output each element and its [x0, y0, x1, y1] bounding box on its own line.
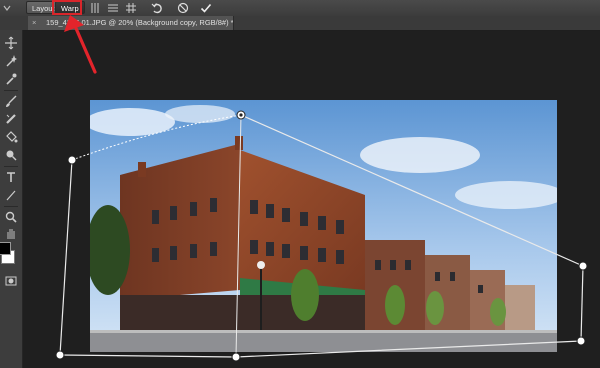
- photo-layer[interactable]: [90, 100, 557, 352]
- zoom-icon[interactable]: [4, 210, 18, 224]
- healing-brush-icon[interactable]: [4, 112, 18, 126]
- commit-check-icon[interactable]: [199, 1, 213, 15]
- document-tab-bar: × 159_4316 01.JPG @ 20% (Background copy,…: [0, 16, 600, 31]
- path-selection-icon[interactable]: [4, 188, 18, 202]
- chevron-down-icon[interactable]: [2, 3, 12, 13]
- tools-panel: [0, 30, 23, 368]
- type-icon[interactable]: [4, 170, 18, 184]
- paint-bucket-icon[interactable]: [4, 130, 18, 144]
- grid-icon[interactable]: [124, 1, 138, 15]
- split-horizontal-icon[interactable]: [106, 1, 120, 15]
- split-vertical-icon[interactable]: [88, 1, 102, 15]
- cancel-icon[interactable]: [176, 1, 190, 15]
- toolbar-divider: [4, 166, 18, 167]
- toolbar-divider: [4, 206, 18, 207]
- close-icon[interactable]: ×: [32, 16, 42, 30]
- street-photo-image: [90, 100, 557, 352]
- eyedropper-icon[interactable]: [4, 72, 18, 86]
- toolbar-divider: [4, 90, 18, 91]
- undo-icon[interactable]: [150, 1, 164, 15]
- move-icon[interactable]: [4, 36, 18, 50]
- options-bar: Layout Warp: [0, 0, 600, 17]
- document-tab[interactable]: × 159_4316 01.JPG @ 20% (Background copy,…: [28, 16, 234, 30]
- hand-icon[interactable]: [4, 226, 18, 240]
- brush-icon[interactable]: [4, 94, 18, 108]
- magic-wand-icon[interactable]: [4, 54, 18, 68]
- highlight-box: [52, 0, 82, 15]
- document-tab-title: 159_4316 01.JPG @ 20% (Background copy, …: [46, 18, 234, 27]
- quick-mask-icon[interactable]: [4, 274, 18, 288]
- dodge-icon[interactable]: [4, 148, 18, 162]
- foreground-color-swatch[interactable]: [0, 242, 11, 255]
